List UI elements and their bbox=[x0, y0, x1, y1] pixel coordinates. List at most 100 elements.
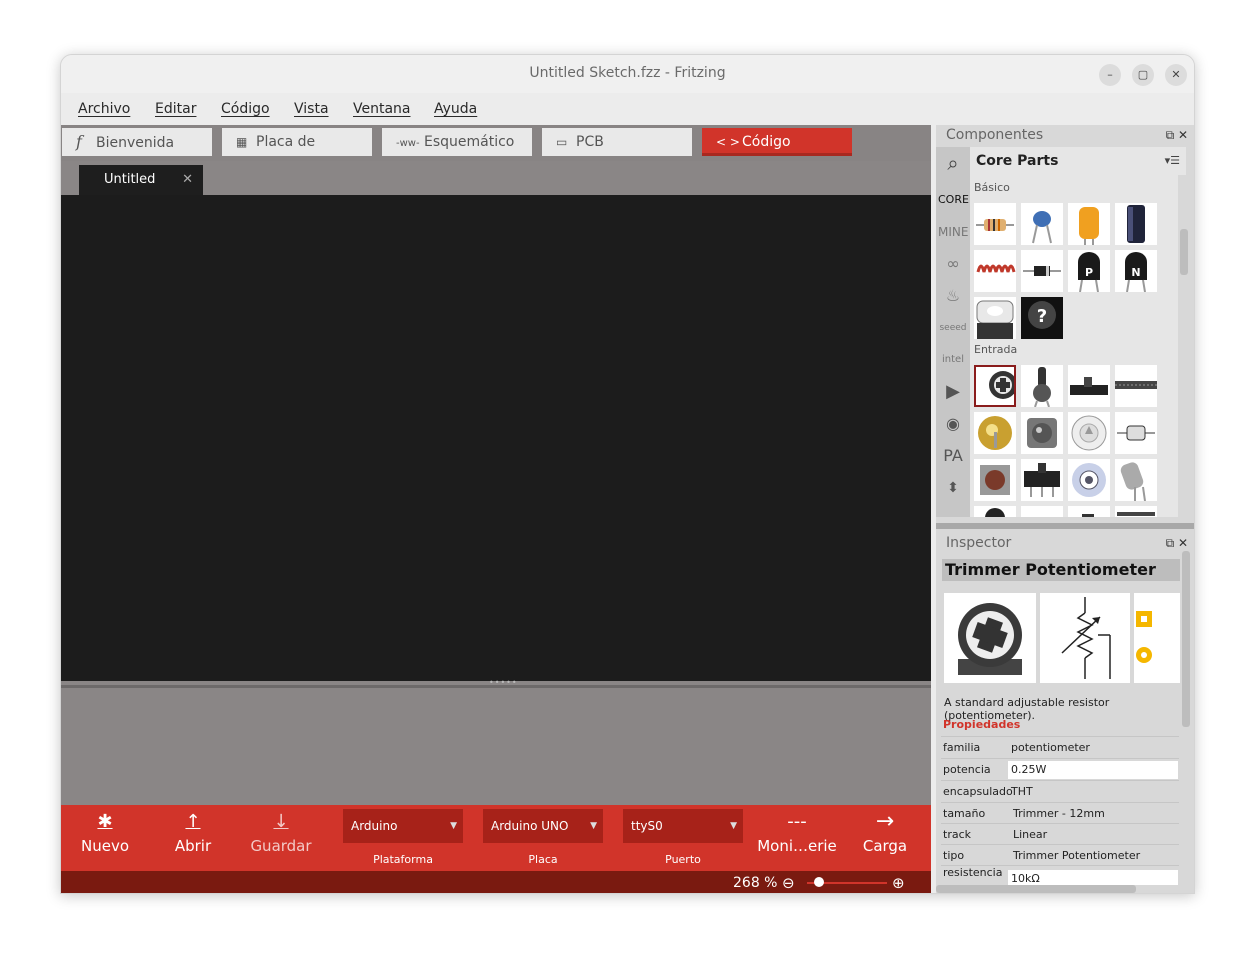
menu-ayuda[interactable]: Ayuda bbox=[434, 101, 477, 117]
tab-esquematico[interactable]: -ww- Esquemático bbox=[382, 128, 532, 156]
seeed-bin-icon[interactable]: seeed bbox=[938, 313, 968, 343]
platform-select[interactable]: Arduino ▼ bbox=[343, 809, 463, 843]
tab-label: PCB bbox=[576, 134, 604, 150]
play-bin-icon[interactable]: ▶ bbox=[938, 377, 968, 407]
tab-codigo[interactable]: < > Código bbox=[702, 128, 852, 156]
inspector-panel: Inspector ⧉ ✕ Trimmer Potentiometer A st… bbox=[936, 529, 1194, 893]
close-window-button[interactable]: ✕ bbox=[1165, 64, 1187, 86]
menu-vista[interactable]: Vista bbox=[294, 101, 329, 117]
tab-pcb[interactable]: ▭ PCB bbox=[542, 128, 692, 156]
open-button[interactable]: ↑ Abrir bbox=[149, 809, 237, 865]
zoom-in-icon[interactable]: ⊕ bbox=[892, 874, 905, 892]
serial-monitor-button[interactable]: --- Moni…erie bbox=[753, 809, 841, 865]
inductor-part[interactable] bbox=[974, 250, 1016, 292]
close-tab-icon[interactable]: ✕ bbox=[182, 165, 193, 195]
inspector-hscrollbar[interactable] bbox=[936, 885, 1136, 893]
bins-more-icon[interactable]: ⬍ bbox=[938, 473, 968, 503]
panel-float-close-icons[interactable]: ⧉ ✕ bbox=[1166, 125, 1188, 145]
diode-part[interactable] bbox=[1021, 250, 1063, 292]
properties-label: Propiedades bbox=[943, 718, 1021, 731]
code-icon: < > bbox=[716, 135, 740, 149]
resistor-part[interactable] bbox=[974, 203, 1016, 245]
part-title: Trimmer Potentiometer bbox=[942, 559, 1180, 581]
rotary-switch-part[interactable] bbox=[1021, 412, 1063, 454]
rotary-potentiometer-part[interactable] bbox=[1021, 365, 1063, 407]
prop-row-tamano: tamaño Trimmer - 12mm bbox=[941, 802, 1179, 824]
mic-part[interactable] bbox=[974, 506, 1016, 517]
prop-row-potencia: potencia 0.25W bbox=[941, 758, 1179, 780]
pa-bin-icon[interactable]: PA bbox=[938, 441, 968, 471]
serial-monitor-label: Moni…erie bbox=[757, 837, 837, 855]
bin-menu-icon[interactable]: ▾☰ bbox=[1165, 147, 1180, 175]
resistencia-input[interactable]: 10kΩ bbox=[1008, 870, 1178, 885]
prop-value[interactable]: Trimmer - 12mm bbox=[1013, 803, 1105, 825]
snootlab-bin-icon[interactable]: ◉ bbox=[938, 409, 968, 439]
bin-core[interactable]: CORE bbox=[938, 185, 969, 215]
menu-codigo[interactable]: Código bbox=[221, 101, 270, 117]
zoom-slider-handle[interactable] bbox=[814, 877, 824, 887]
arduino-bin-icon[interactable]: ∞ bbox=[938, 249, 968, 279]
prop-row-tipo: tipo Trimmer Potentiometer bbox=[941, 844, 1179, 866]
trimmer-potentiometer-part[interactable] bbox=[974, 365, 1016, 407]
module-part[interactable] bbox=[1115, 506, 1157, 517]
parts-scrollbar[interactable] bbox=[1180, 229, 1188, 275]
menu-editar[interactable]: Editar bbox=[155, 101, 196, 117]
prop-value[interactable]: Linear bbox=[1013, 824, 1047, 846]
panel-float-close-icons[interactable]: ⧉ ✕ bbox=[1166, 533, 1188, 553]
code-editor[interactable] bbox=[61, 195, 931, 681]
search-icon[interactable]: ⌕ bbox=[938, 149, 968, 177]
document-tab-untitled[interactable]: Untitled ✕ bbox=[79, 165, 203, 195]
port-label: Puerto bbox=[665, 853, 701, 866]
menu-ventana[interactable]: Ventana bbox=[353, 101, 411, 117]
breadboard-image bbox=[944, 593, 1036, 683]
intel-bin-icon[interactable]: intel bbox=[938, 345, 968, 375]
tab-bienvenida[interactable]: f Bienvenida bbox=[62, 128, 212, 156]
reed-switch-part[interactable] bbox=[1115, 412, 1157, 454]
inspector-scrollbar[interactable] bbox=[1182, 551, 1190, 727]
view-tabs: f Bienvenida ▦Placa de pruebas -ww- Esquem… bbox=[61, 125, 931, 178]
electrolytic-capacitor-part[interactable] bbox=[1115, 203, 1157, 245]
new-button[interactable]: ✱ Nuevo bbox=[61, 809, 149, 865]
bin-mine[interactable]: MINE bbox=[938, 217, 968, 247]
pushbutton-part[interactable] bbox=[974, 459, 1016, 501]
svg-text:N: N bbox=[1131, 266, 1140, 279]
pcb-image bbox=[1134, 593, 1180, 683]
port-select[interactable]: ttyS0 ▼ bbox=[623, 809, 743, 843]
minimize-button[interactable]: – bbox=[1099, 64, 1121, 86]
tilt-switch-part[interactable] bbox=[1115, 459, 1157, 501]
zoom-out-icon[interactable]: ⊖ bbox=[782, 874, 795, 892]
rotary-encoder-part[interactable] bbox=[974, 412, 1016, 454]
slide-potentiometer-part[interactable] bbox=[1068, 365, 1110, 407]
mystery-part[interactable]: ? bbox=[1021, 297, 1063, 339]
menu-archivo[interactable]: Archivo bbox=[78, 101, 130, 117]
rotary-knob-part[interactable] bbox=[1068, 459, 1110, 501]
prop-key: resistencia bbox=[943, 866, 1003, 879]
sensor-part[interactable] bbox=[1068, 506, 1110, 517]
tab-placa-de-pruebas[interactable]: ▦Placa de pruebas bbox=[222, 128, 372, 178]
schematic-image bbox=[1040, 593, 1130, 683]
pnp-transistor-part[interactable]: P bbox=[1068, 250, 1110, 292]
tantalum-capacitor-part[interactable] bbox=[1068, 203, 1110, 245]
linear-slider-part[interactable] bbox=[1115, 365, 1157, 407]
potencia-input[interactable]: 0.25W bbox=[1008, 761, 1178, 779]
tab-label: Bienvenida bbox=[96, 135, 175, 151]
dip-rotary-part[interactable] bbox=[1068, 412, 1110, 454]
sparkfun-bin-icon[interactable]: ♨ bbox=[938, 281, 968, 311]
console-output[interactable] bbox=[61, 685, 931, 805]
document-tab-label: Untitled bbox=[104, 172, 156, 187]
prop-value[interactable]: Trimmer Potentiometer bbox=[1013, 845, 1140, 867]
upload-button[interactable]: → Carga bbox=[841, 809, 929, 865]
prop-row-track: track Linear bbox=[941, 823, 1179, 845]
bins-column: ⌕ CORE MINE ∞ ♨ seeed intel ▶ ◉ PA ⬍ bbox=[936, 147, 970, 517]
save-button[interactable]: ↓ Guardar bbox=[237, 809, 325, 865]
board-select[interactable]: Arduino UNO ▼ bbox=[483, 809, 603, 843]
keypad-part[interactable] bbox=[1021, 506, 1063, 517]
fet-part[interactable] bbox=[974, 297, 1016, 339]
prop-value: potentiometer bbox=[1011, 741, 1090, 754]
prop-value[interactable]: THT bbox=[1011, 781, 1033, 803]
slide-switch-part[interactable] bbox=[1021, 459, 1063, 501]
npn-transistor-part[interactable]: N bbox=[1115, 250, 1157, 292]
arrow-right-icon: → bbox=[875, 809, 895, 834]
ceramic-capacitor-part[interactable] bbox=[1021, 203, 1063, 245]
maximize-button[interactable]: ▢ bbox=[1132, 64, 1154, 86]
